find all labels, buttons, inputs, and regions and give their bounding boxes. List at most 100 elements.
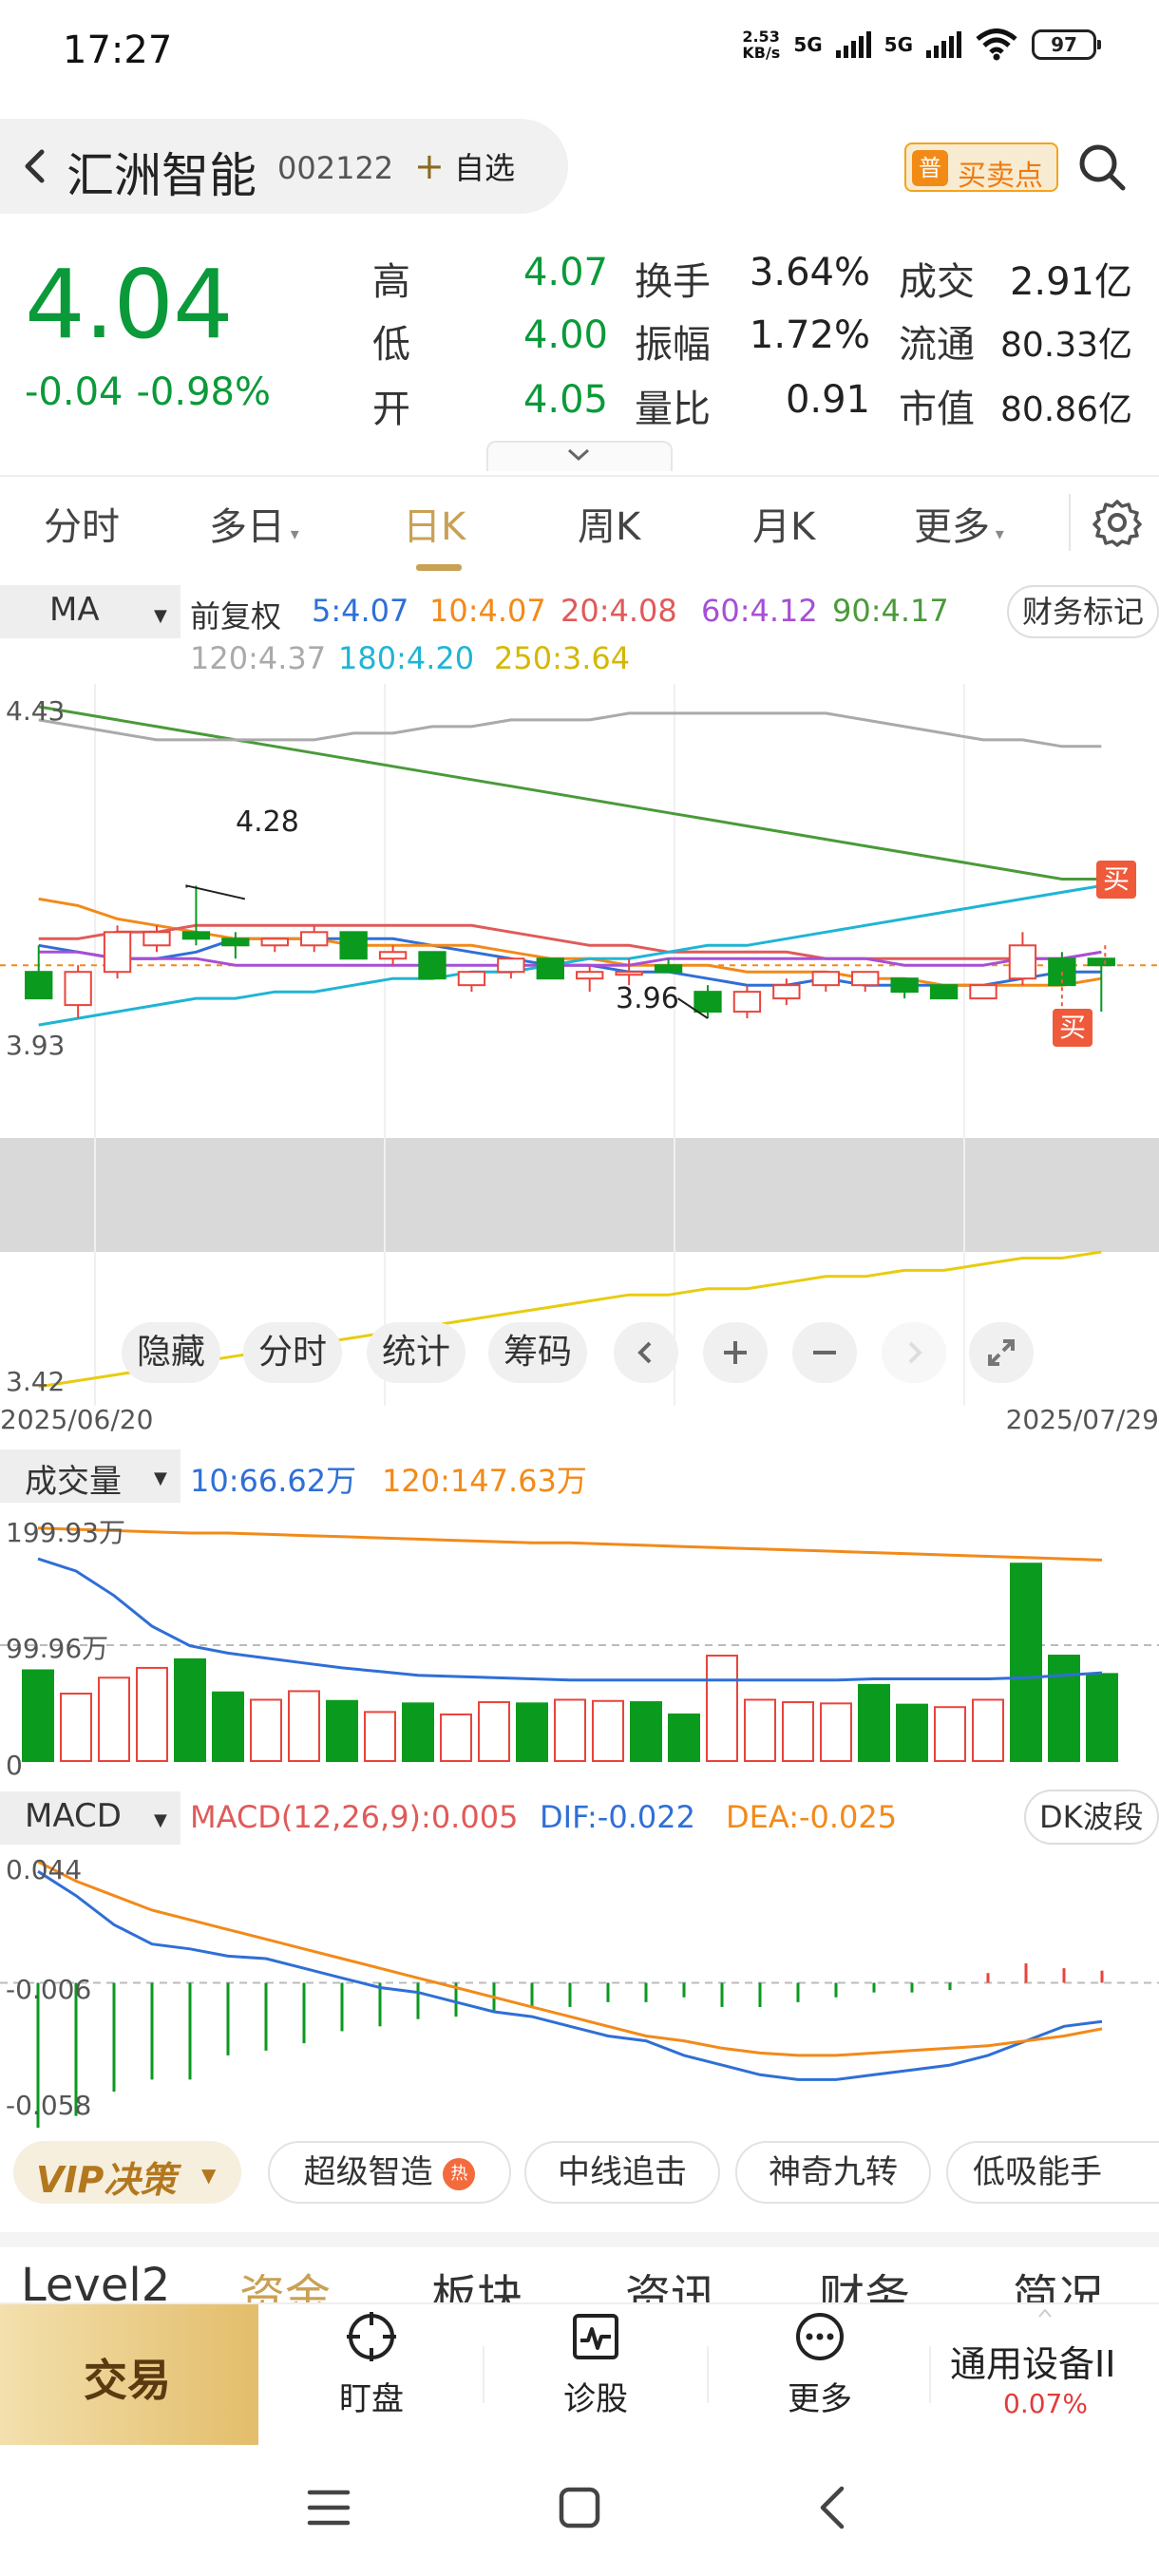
back-nav-icon[interactable] bbox=[813, 2483, 851, 2532]
open-value: 4.05 bbox=[522, 378, 608, 422]
volume-bar bbox=[174, 1657, 206, 1763]
trough-label: 3.96 bbox=[616, 982, 679, 1015]
signal-label-2: 5G bbox=[884, 33, 913, 56]
volume-bar bbox=[630, 1701, 662, 1762]
volume-bar bbox=[326, 1699, 358, 1762]
chevron-down-icon[interactable] bbox=[564, 445, 593, 465]
volume-bar bbox=[706, 1655, 738, 1763]
candle-body bbox=[576, 971, 604, 980]
volume-bar bbox=[402, 1702, 434, 1762]
volume-bar bbox=[972, 1698, 1004, 1762]
hide-button[interactable]: 隐藏 bbox=[122, 1322, 220, 1383]
scroll-left-button[interactable] bbox=[614, 1322, 678, 1383]
candle-body bbox=[300, 931, 329, 947]
gear-icon[interactable] bbox=[1092, 498, 1142, 547]
volume-bar bbox=[896, 1703, 928, 1762]
fullscreen-button[interactable] bbox=[969, 1322, 1034, 1383]
tab-daily-k[interactable]: 日K bbox=[403, 496, 466, 551]
zoom-in-button[interactable] bbox=[703, 1322, 768, 1383]
dk-band-button[interactable]: DK波段 bbox=[1024, 1790, 1159, 1845]
volume-bar bbox=[1048, 1655, 1080, 1763]
caret-down-icon: ▾ bbox=[990, 524, 1004, 544]
vip-item-super-manufacture[interactable]: 超级智造 热 bbox=[268, 2141, 511, 2204]
volume-bar bbox=[592, 1699, 624, 1762]
add-watchlist-button[interactable]: + 自选 bbox=[414, 144, 515, 188]
back-icon[interactable] bbox=[11, 142, 59, 190]
search-icon[interactable] bbox=[1075, 141, 1129, 194]
ma5-legend: 5:4.07 bbox=[312, 593, 409, 629]
volume-bar bbox=[858, 1683, 890, 1763]
home-icon[interactable] bbox=[557, 2485, 602, 2530]
financial-mark-button[interactable]: 财务标记 bbox=[1007, 585, 1159, 638]
intraday-button[interactable]: 分时 bbox=[243, 1322, 342, 1383]
kline-chart[interactable] bbox=[0, 684, 1159, 1425]
net-speed: 2.53 KB/s bbox=[742, 28, 781, 62]
low-value: 4.00 bbox=[522, 313, 608, 357]
tab-more[interactable]: 更多 ▾ bbox=[914, 496, 1004, 551]
amount-value: 2.91亿 bbox=[1009, 260, 1132, 304]
menu-icon[interactable] bbox=[306, 2487, 352, 2529]
volume-bar bbox=[60, 1693, 92, 1762]
chevron-right-icon bbox=[908, 1341, 922, 1364]
macd-legend: MACD(12,26,9):0.005 bbox=[190, 1799, 519, 1835]
vip-item-magic-nine[interactable]: 神奇九转 bbox=[735, 2141, 931, 2204]
candle-body bbox=[929, 984, 959, 1000]
market-cap-label: 市值 bbox=[899, 388, 975, 431]
tab-monthly-k[interactable]: 月K bbox=[752, 496, 815, 551]
candle-body bbox=[890, 977, 919, 994]
macd-chart[interactable] bbox=[0, 1852, 1159, 2128]
candle-body bbox=[457, 971, 486, 987]
volume-bar bbox=[668, 1713, 700, 1762]
tab-multi-day[interactable]: 多日 ▾ bbox=[209, 496, 299, 551]
vip-item-low-buy[interactable]: 低吸能手 bbox=[946, 2141, 1159, 2204]
volume-bar bbox=[516, 1702, 548, 1762]
candle-body bbox=[654, 964, 683, 974]
vip-label: VIP决策 bbox=[36, 2159, 177, 2201]
sell-signal-tag[interactable]: 买 bbox=[1096, 861, 1136, 899]
ma10-legend: 10:4.07 bbox=[429, 593, 546, 629]
candle-body bbox=[25, 971, 53, 1000]
volume-bar bbox=[364, 1711, 396, 1762]
ma120-line bbox=[38, 711, 1102, 748]
volume-chart[interactable] bbox=[0, 1506, 1159, 1782]
nav-diagnose[interactable]: 诊股 bbox=[534, 2310, 657, 2419]
caret-down-icon: ▼ bbox=[154, 1810, 167, 1830]
buy-signal-tag[interactable]: 买 bbox=[1053, 1009, 1092, 1047]
sector-name[interactable]: 通用设备II bbox=[950, 2335, 1115, 2387]
volume-bar bbox=[934, 1706, 966, 1762]
buy-sell-point-button[interactable]: 普 买卖点 bbox=[904, 142, 1058, 193]
nav-more[interactable]: 更多 bbox=[758, 2310, 882, 2419]
volume-bar bbox=[22, 1669, 54, 1762]
candle-body bbox=[497, 957, 525, 974]
vol-ma120-line bbox=[37, 1526, 1103, 1562]
adjust-mode[interactable]: 前复权 bbox=[190, 593, 281, 636]
caret-up-icon bbox=[1038, 2308, 1052, 2318]
candle-body bbox=[969, 984, 998, 1000]
candle-body bbox=[732, 991, 762, 1013]
crosshair-icon bbox=[347, 2312, 396, 2361]
macd-axis-top: 0.044 bbox=[6, 1854, 83, 1885]
chevron-left-icon bbox=[637, 1341, 652, 1364]
date-start-label: 2025/06/20 bbox=[0, 1404, 154, 1435]
battery-icon: 97 bbox=[1032, 29, 1101, 60]
zoom-out-button[interactable] bbox=[792, 1322, 857, 1383]
tab-weekly-k[interactable]: 周K bbox=[578, 496, 640, 551]
ma250-legend: 250:3.64 bbox=[494, 640, 631, 676]
candle-body bbox=[181, 931, 211, 940]
volume-bar bbox=[820, 1702, 852, 1762]
scroll-right-button[interactable] bbox=[882, 1322, 946, 1383]
stats-button[interactable]: 统计 bbox=[367, 1322, 466, 1383]
candle-body bbox=[536, 957, 564, 980]
tab-intraday[interactable]: 分时 bbox=[44, 496, 120, 551]
nav-watch[interactable]: 盯盘 bbox=[310, 2310, 433, 2419]
vip-item-midline[interactable]: 中线追击 bbox=[524, 2141, 720, 2204]
chips-button[interactable]: 筹码 bbox=[488, 1322, 587, 1383]
market-cap-value: 80.86亿 bbox=[999, 390, 1132, 429]
volume-bar bbox=[1086, 1673, 1118, 1762]
peak-label: 4.28 bbox=[236, 805, 299, 839]
chart-doc-icon bbox=[573, 2314, 618, 2359]
vol-ma10-legend: 10:66.62万 bbox=[190, 1463, 357, 1499]
macd-axis-mid: -0.006 bbox=[6, 1974, 92, 2005]
volume-bar bbox=[212, 1691, 244, 1762]
ma180-legend: 180:4.20 bbox=[338, 640, 475, 676]
